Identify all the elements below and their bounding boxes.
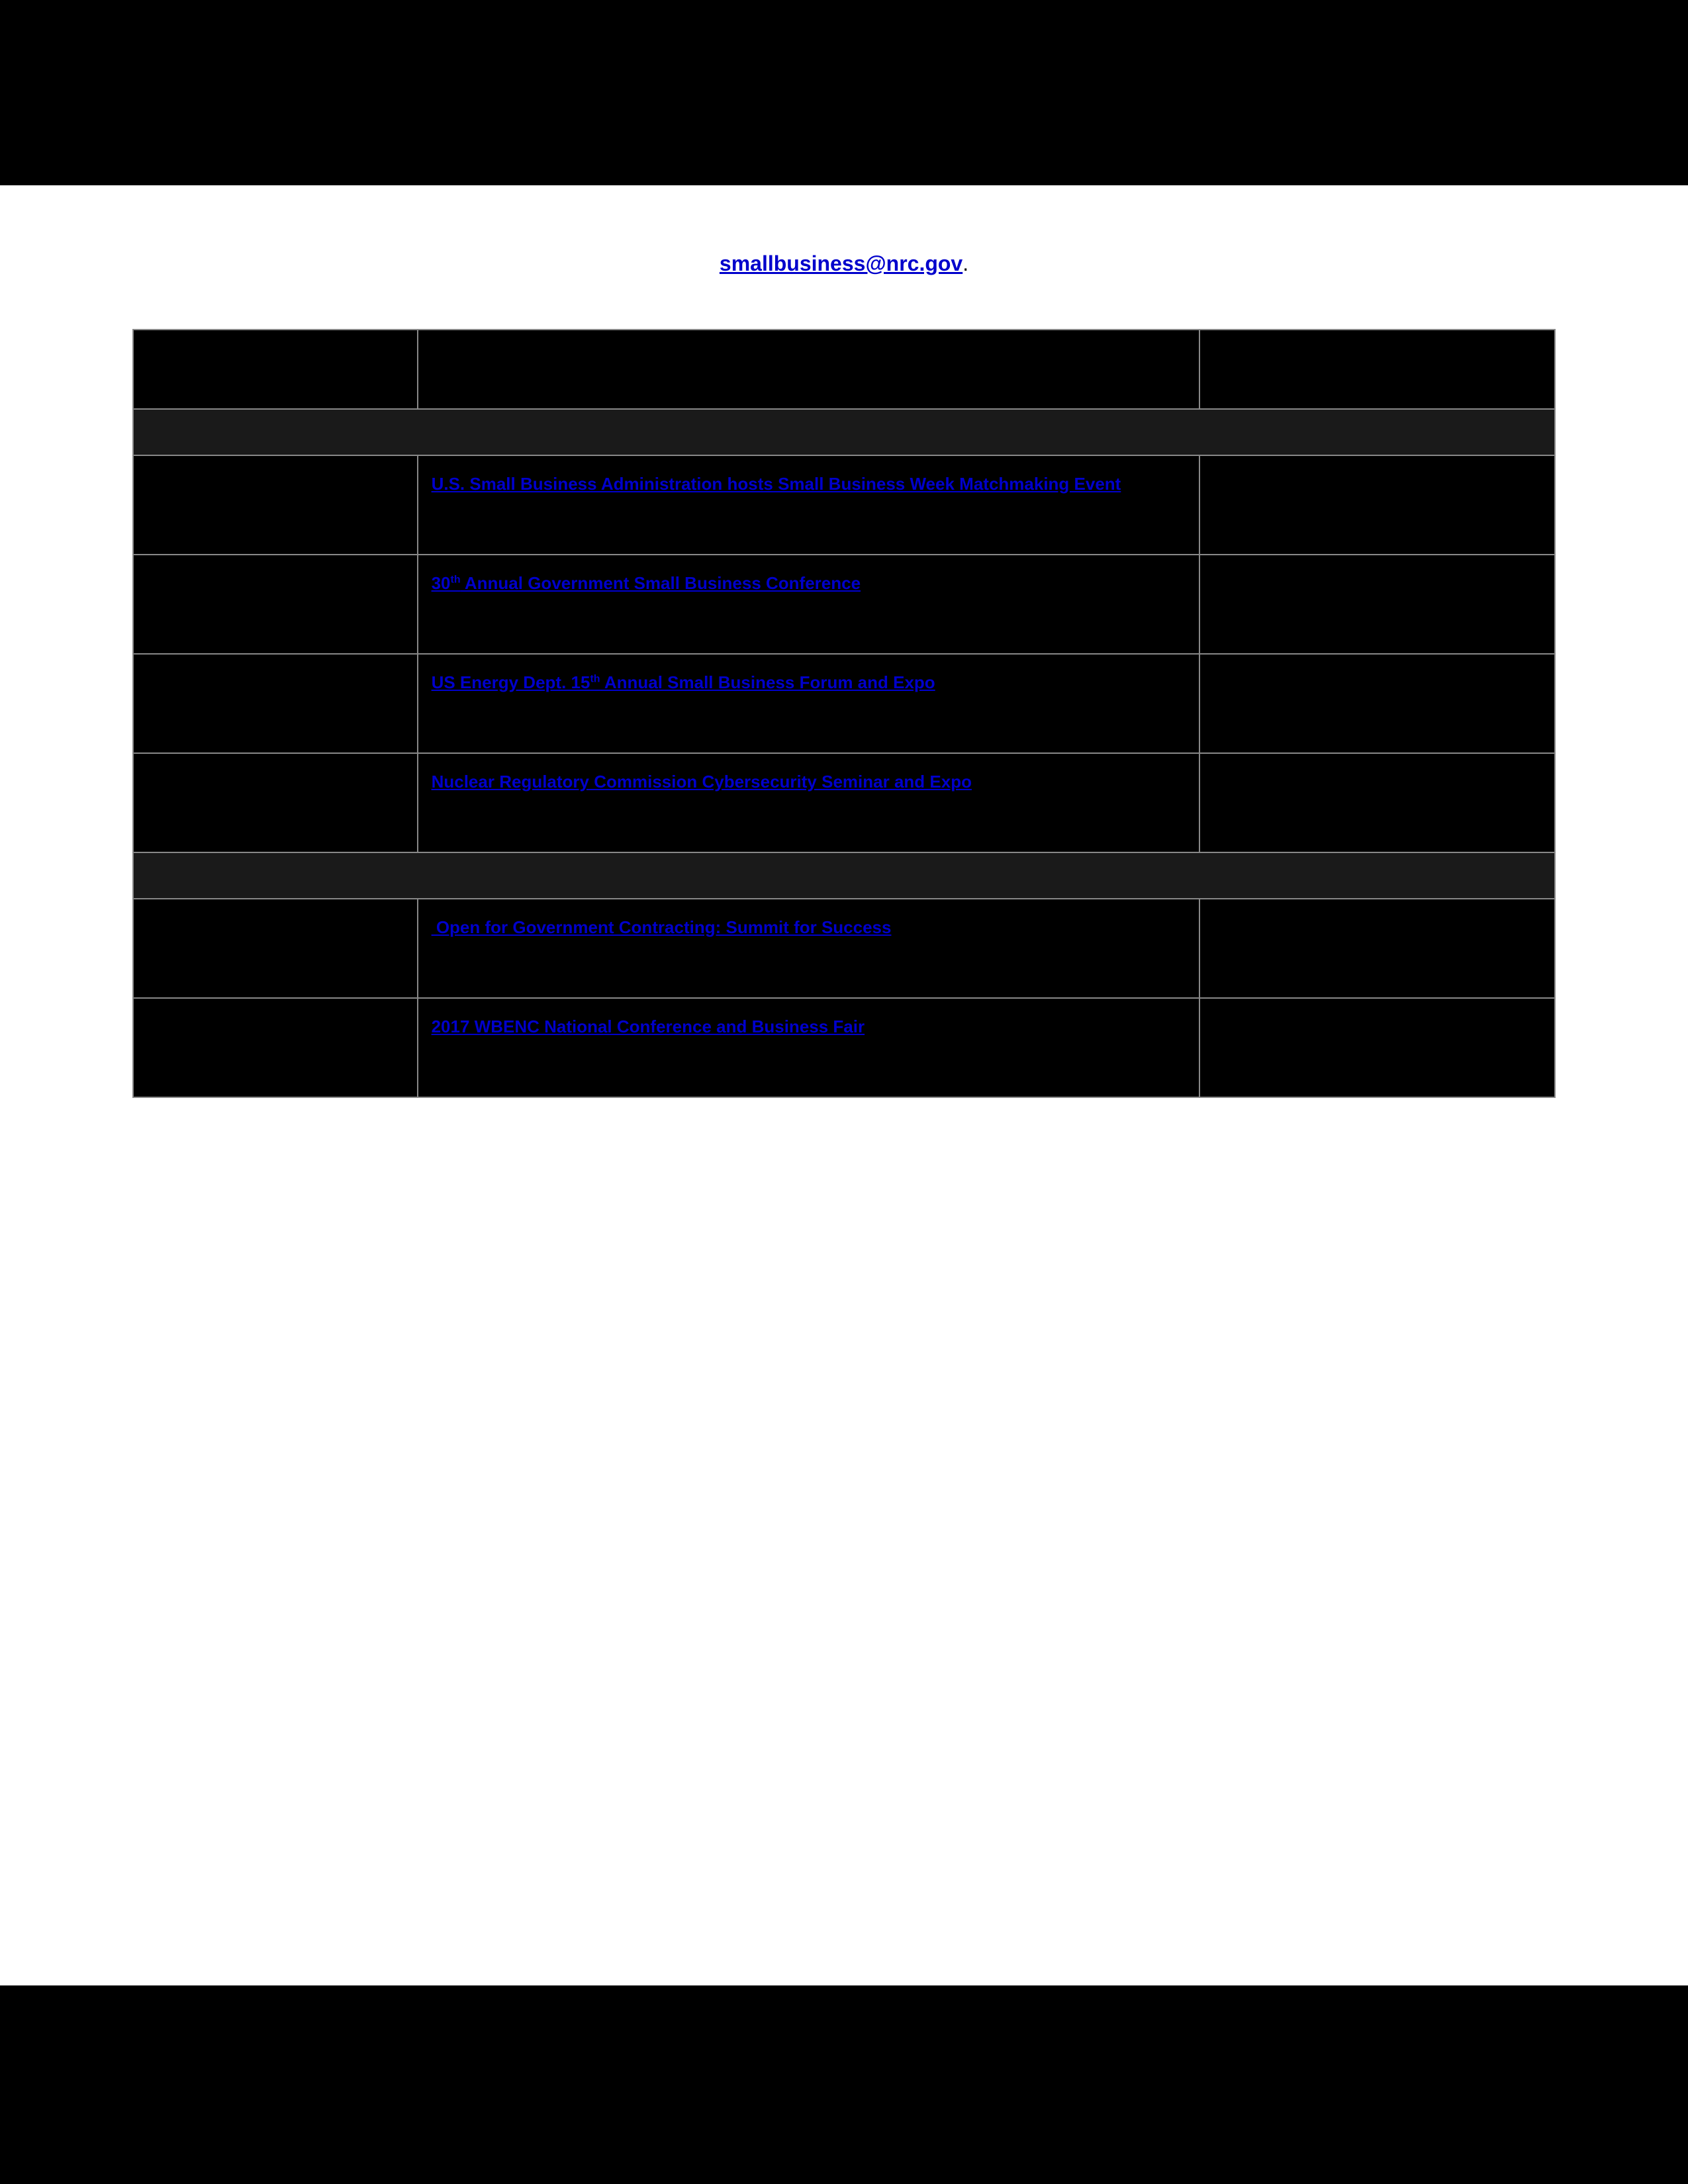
section-divider-1-cell — [133, 409, 1555, 455]
table-row: 30th Annual Government Small Business Co… — [133, 555, 1555, 654]
event-link-6[interactable]: 2017 WBENC National Conference and Busin… — [432, 1017, 865, 1036]
events-table: U.S. Small Business Administration hosts… — [132, 329, 1556, 1098]
page-wrapper: smallbusiness@nrc.gov. — [0, 0, 1688, 2184]
section-divider-1 — [133, 409, 1555, 455]
event-link-5[interactable]: Open for Government Contracting: Summit … — [432, 917, 892, 937]
section-divider-2-cell — [133, 852, 1555, 899]
event-link-2[interactable]: 30th Annual Government Small Business Co… — [432, 573, 861, 593]
header-location-cell — [1199, 330, 1555, 409]
date-cell-4 — [133, 753, 418, 852]
table-row: US Energy Dept. 15th Annual Small Busine… — [133, 654, 1555, 753]
event-cell-2: 30th Annual Government Small Business Co… — [418, 555, 1199, 654]
top-header-bar — [0, 0, 1688, 185]
header-event-cell — [418, 330, 1199, 409]
location-cell-5 — [1199, 899, 1555, 998]
location-cell-4 — [1199, 753, 1555, 852]
table-row: U.S. Small Business Administration hosts… — [133, 455, 1555, 555]
date-cell-5 — [133, 899, 418, 998]
bottom-footer-bar — [0, 1985, 1688, 2184]
header-date-cell — [133, 330, 418, 409]
event-link-1[interactable]: U.S. Small Business Administration hosts… — [432, 474, 1121, 494]
event-link-4[interactable]: Nuclear Regulatory Commission Cybersecur… — [432, 772, 972, 792]
event-cell-6: 2017 WBENC National Conference and Busin… — [418, 998, 1199, 1097]
email-section: smallbusiness@nrc.gov. — [132, 251, 1556, 276]
table-row: Nuclear Regulatory Commission Cybersecur… — [133, 753, 1555, 852]
table-header-row — [133, 330, 1555, 409]
period: . — [962, 251, 968, 275]
event-cell-4: Nuclear Regulatory Commission Cybersecur… — [418, 753, 1199, 852]
event-link-3[interactable]: US Energy Dept. 15th Annual Small Busine… — [432, 672, 935, 692]
date-cell-1 — [133, 455, 418, 555]
date-cell-2 — [133, 555, 418, 654]
bottom-spacer — [132, 1098, 1556, 1495]
event-cell-3: US Energy Dept. 15th Annual Small Busine… — [418, 654, 1199, 753]
table-row: 2017 WBENC National Conference and Busin… — [133, 998, 1555, 1097]
location-cell-2 — [1199, 555, 1555, 654]
event-cell-5: Open for Government Contracting: Summit … — [418, 899, 1199, 998]
location-cell-3 — [1199, 654, 1555, 753]
location-cell-6 — [1199, 998, 1555, 1097]
date-cell-6 — [133, 998, 418, 1097]
content-area: smallbusiness@nrc.gov. — [0, 185, 1688, 1535]
date-cell-3 — [133, 654, 418, 753]
email-link[interactable]: smallbusiness@nrc.gov — [720, 251, 962, 275]
section-divider-2 — [133, 852, 1555, 899]
event-cell-1: U.S. Small Business Administration hosts… — [418, 455, 1199, 555]
location-cell-1 — [1199, 455, 1555, 555]
table-row: Open for Government Contracting: Summit … — [133, 899, 1555, 998]
